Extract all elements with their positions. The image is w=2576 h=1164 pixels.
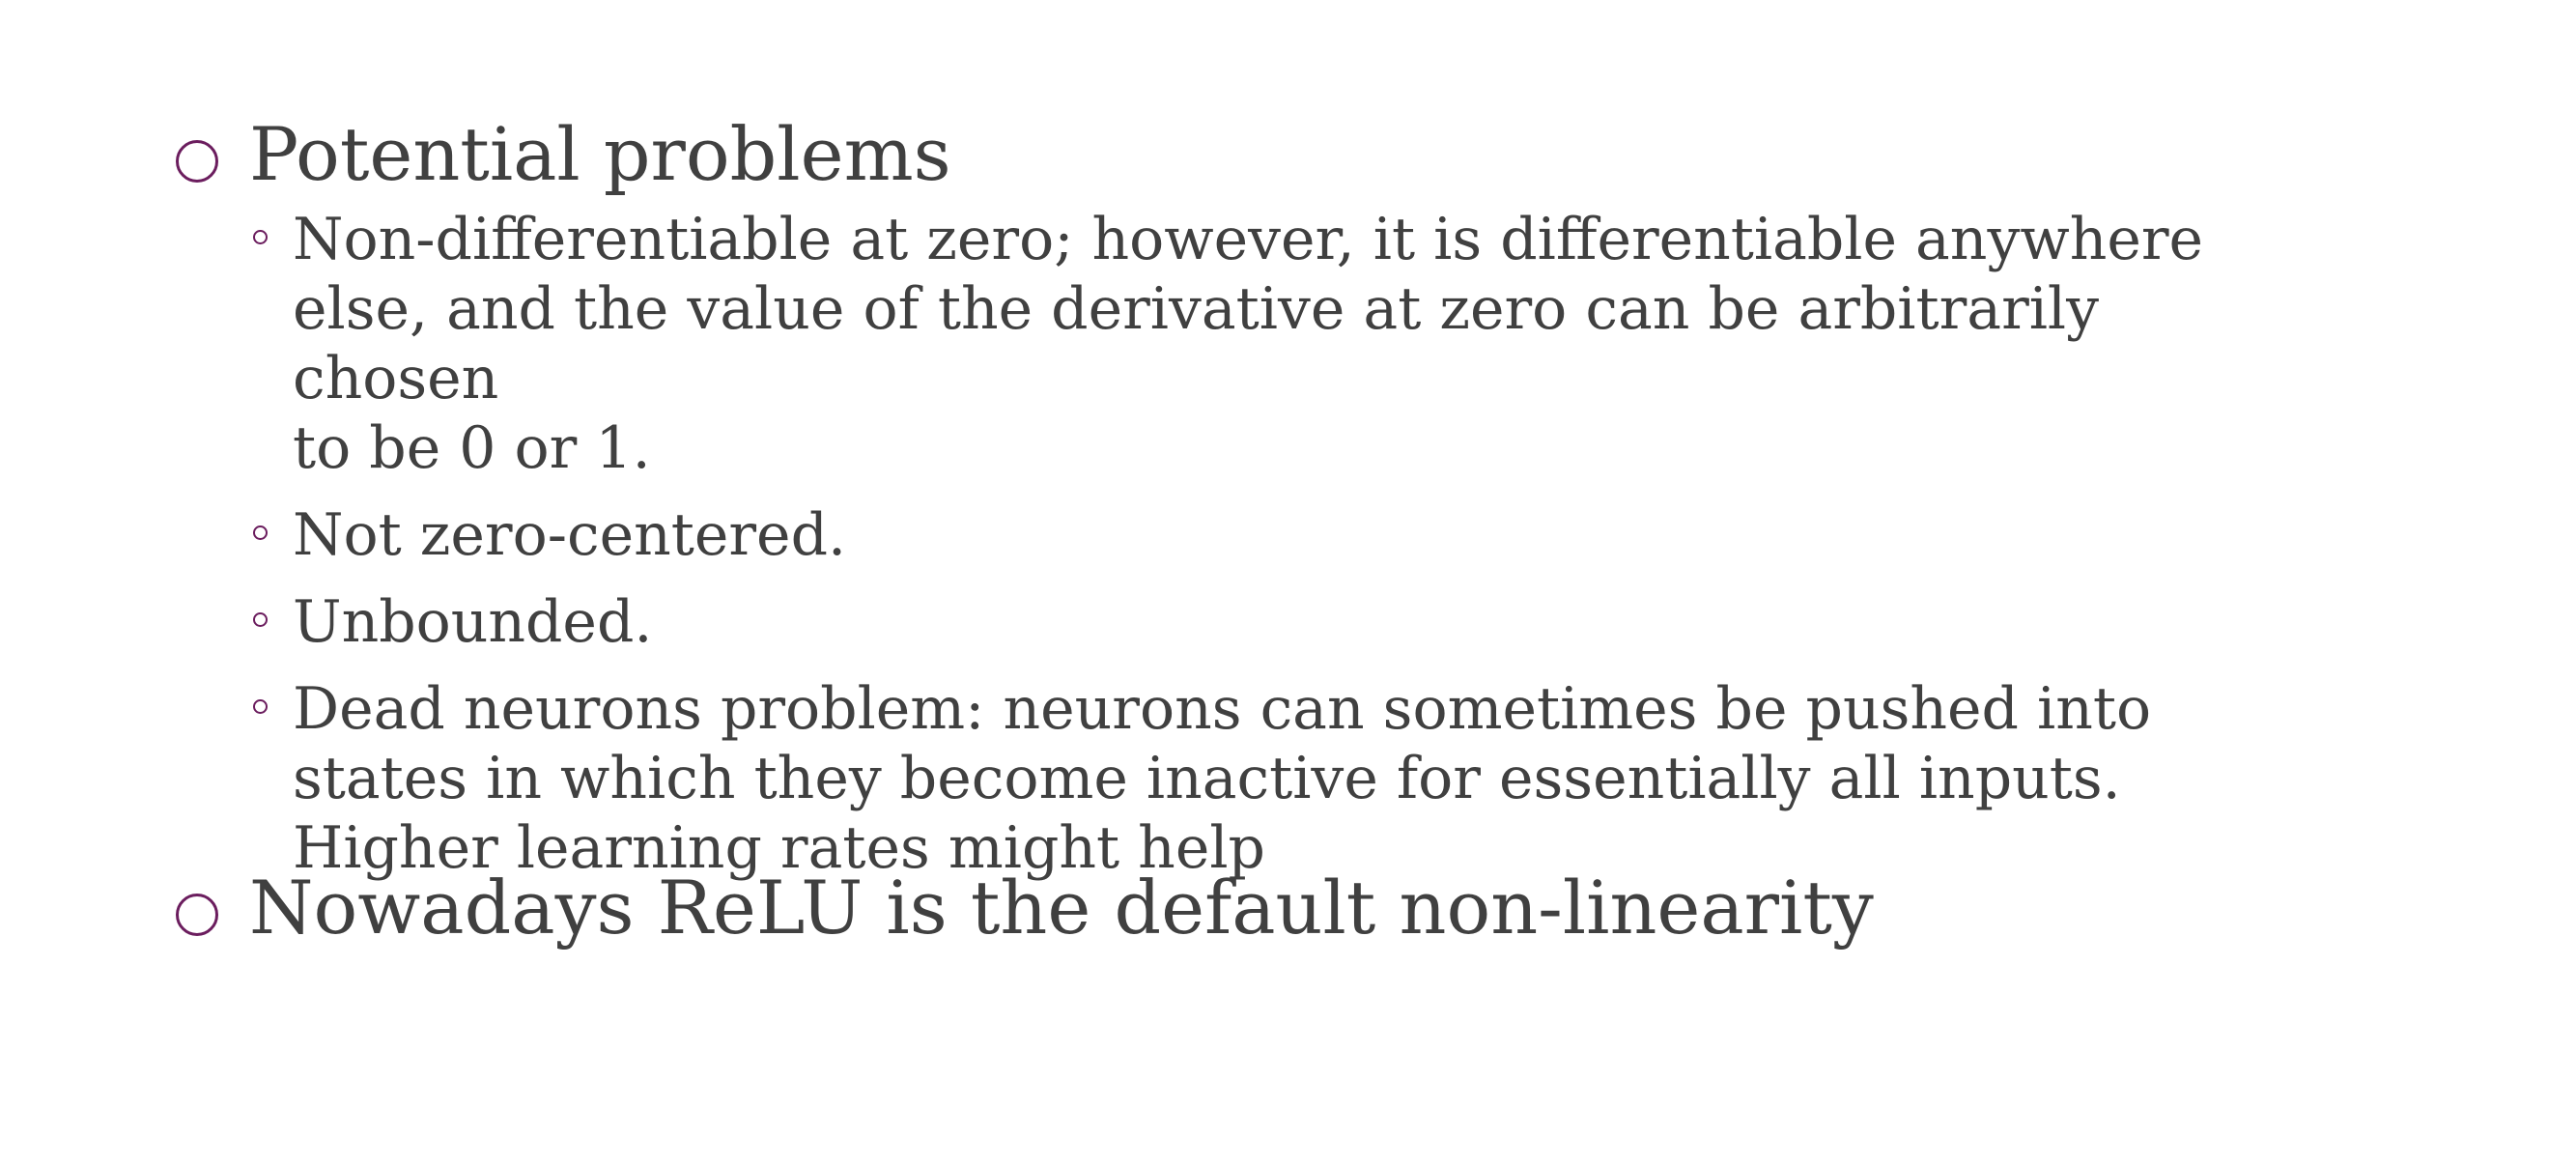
text-line: states in which they become inactive for… [293, 745, 2121, 812]
text-line: Unbounded. [293, 588, 653, 656]
small-hollow-circle-icon [253, 612, 268, 627]
small-hollow-circle-icon [253, 230, 268, 244]
bullet-text: Potential problems [249, 111, 951, 197]
text-line: to be 0 or 1. [293, 414, 651, 482]
text-line: Not zero-centered. [293, 501, 847, 569]
sub-bullet-dead-neurons: Dead neurons problem: neurons can someti… [253, 674, 2281, 883]
bullet-text: Nowadays ReLU is the default non-lineari… [249, 865, 1874, 951]
small-hollow-circle-icon [253, 525, 268, 540]
sub-bullet-text: Unbounded. [293, 587, 2273, 657]
hollow-circle-icon [176, 140, 218, 183]
sub-bullet-non-differentiable: Non-differentiable at zero; however, it … [253, 205, 2281, 483]
text-line: else, and the value of the derivative at… [293, 275, 2100, 412]
bullet-relu-default: Nowadays ReLU is the default non-lineari… [176, 865, 2397, 951]
sub-bullet-text: Not zero-centered. [293, 500, 2273, 570]
sub-bullet-unbounded: Unbounded. [253, 587, 2281, 657]
slide: Potential problems Non-differentiable at… [0, 0, 2576, 1164]
text-line: Non-differentiable at zero; however, it … [293, 206, 2204, 273]
hollow-circle-icon [176, 894, 218, 936]
sub-bullet-not-zero-centered: Not zero-centered. [253, 500, 2281, 570]
text-line: Dead neurons problem: neurons can someti… [293, 675, 2152, 743]
small-hollow-circle-icon [253, 699, 268, 714]
sub-bullet-list: Non-differentiable at zero; however, it … [253, 205, 2281, 900]
sub-bullet-text: Non-differentiable at zero; however, it … [293, 205, 2273, 483]
sub-bullet-text: Dead neurons problem: neurons can someti… [293, 674, 2273, 883]
bullet-potential-problems: Potential problems [176, 111, 2397, 198]
